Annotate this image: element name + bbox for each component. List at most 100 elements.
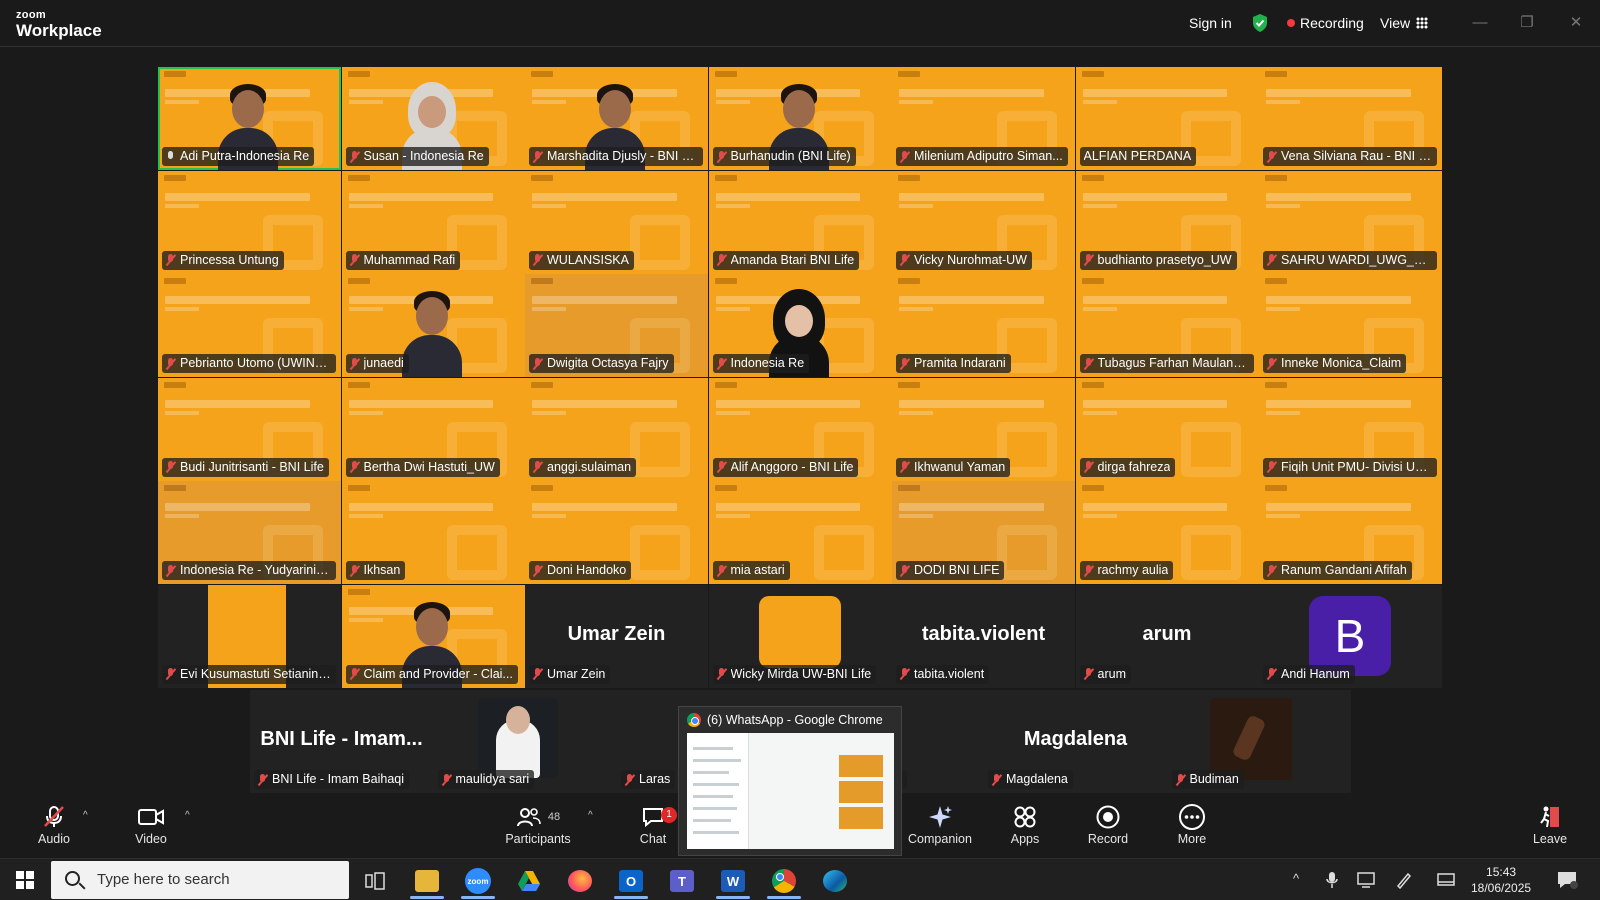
task-view-icon[interactable]	[352, 863, 398, 899]
view-button[interactable]: View	[1380, 13, 1429, 33]
outlook-icon[interactable]: O	[608, 863, 654, 899]
minimize-icon[interactable]: —	[1470, 13, 1490, 33]
participant-tile[interactable]: Claim and Provider - Clai...	[341, 584, 525, 688]
participant-tile[interactable]: Inneke Monica_Claim	[1259, 274, 1442, 377]
leave-button[interactable]: Leave	[1510, 802, 1590, 856]
participant-name-tag: tabita.violent	[896, 664, 990, 684]
participant-tile[interactable]: tabita.violent tabita.violent	[892, 584, 1075, 688]
participant-display-name: BNI Life - Imam...	[260, 728, 423, 750]
participant-tile[interactable]: Pebrianto Utomo (UWIND...	[158, 274, 341, 377]
participant-tile[interactable]: Vena Silviana Rau - BNI Life	[1259, 67, 1442, 170]
close-icon[interactable]: ✕	[1566, 13, 1586, 33]
record-button[interactable]: Record	[1068, 802, 1148, 856]
recording-indicator[interactable]: Recording	[1287, 13, 1364, 33]
chrome-taskbar-icon[interactable]	[761, 863, 807, 899]
preview-video-thumb	[839, 755, 883, 777]
participants-icon	[516, 808, 541, 827]
participant-name: SAHRU WARDI_UWG_BNIL	[1281, 252, 1432, 267]
zoom-app-icon[interactable]: zoom	[455, 863, 501, 899]
windows-start-icon[interactable]	[16, 871, 34, 889]
video-options-caret-icon[interactable]: ^	[185, 810, 190, 821]
participant-tile[interactable]: Burhanudin (BNI Life)	[708, 67, 892, 170]
edge-icon[interactable]	[812, 863, 858, 899]
participant-name-tag: Milenium Adiputro Siman...	[896, 147, 1068, 166]
tray-chevron-up-icon[interactable]: ^	[1293, 871, 1299, 886]
audio-options-caret-icon[interactable]: ^	[83, 810, 88, 821]
participant-tile[interactable]: Budi Junitrisanti - BNI Life	[158, 377, 341, 481]
participants-options-caret-icon[interactable]: ^	[588, 810, 593, 821]
file-explorer-icon[interactable]	[404, 863, 450, 899]
participant-tile[interactable]: Wicky Mirda UW-BNI Life	[708, 584, 892, 688]
mic-muted-icon	[1267, 254, 1276, 266]
participant-tile[interactable]: Vicky Nurohmat-UW	[892, 170, 1075, 274]
shield-check-icon[interactable]	[1251, 13, 1269, 33]
notification-center-icon[interactable]	[1556, 870, 1578, 890]
taskbar-window-preview[interactable]: (6) WhatsApp - Google Chrome	[678, 706, 902, 856]
participant-tile[interactable]: Bertha Dwi Hastuti_UW	[341, 377, 525, 481]
participant-tile[interactable]: B Andi Hanum	[1259, 584, 1442, 688]
participant-tile[interactable]: rachmy aulia	[1075, 481, 1259, 584]
restore-icon[interactable]: ❐	[1517, 13, 1537, 33]
participant-tile[interactable]: SAHRU WARDI_UWG_BNIL	[1259, 170, 1442, 274]
video-button[interactable]: Video	[111, 802, 191, 856]
participant-name-tag: anggi.sulaiman	[529, 457, 637, 477]
google-drive-icon[interactable]	[506, 863, 552, 899]
participant-tile[interactable]: Susan - Indonesia Re	[341, 67, 525, 170]
participant-tile[interactable]: arum arum	[1075, 584, 1259, 688]
taskbar-search-box[interactable]: Type here to search	[51, 861, 349, 899]
participant-tile[interactable]: Indonesia Re - Yudyarini P...	[158, 481, 341, 584]
participant-tile[interactable]: Alif Anggoro - BNI Life	[708, 377, 892, 481]
tray-mic-icon[interactable]	[1326, 871, 1338, 889]
apps-button[interactable]: Apps	[985, 802, 1065, 856]
participant-tile[interactable]: Amanda Btari BNI Life	[708, 170, 892, 274]
participant-tile[interactable]: BNI Life - Imam... BNI Life - Imam Baihaq…	[250, 690, 433, 793]
tray-display-icon[interactable]	[1437, 871, 1455, 889]
participant-tile[interactable]: Magdalena Magdalena	[984, 690, 1167, 793]
participant-tile[interactable]: Princessa Untung	[158, 170, 341, 274]
participant-tile[interactable]: Ranum Gandani Afifah	[1259, 481, 1442, 584]
participant-tile[interactable]: junaedi	[341, 274, 525, 377]
more-button[interactable]: More	[1152, 802, 1232, 856]
participant-tile[interactable]: Umar Zein Umar Zein	[525, 584, 708, 688]
participant-name: Pramita Indarani	[914, 356, 1006, 370]
participant-tile[interactable]: Budiman	[1167, 690, 1351, 793]
participant-tile[interactable]: Doni Handoko	[525, 481, 708, 584]
participant-tile[interactable]: anggi.sulaiman	[525, 377, 708, 481]
participant-name-tag: Indonesia Re	[712, 354, 810, 373]
participant-tile[interactable]: Tubagus Farhan Maulana...	[1075, 274, 1259, 377]
participant-tile[interactable]: maulidya sari	[433, 690, 617, 793]
participant-tile[interactable]: Fiqih Unit PMU- Divisi Un...	[1259, 377, 1442, 481]
word-icon[interactable]: W	[710, 863, 756, 899]
search-placeholder: Type here to search	[97, 871, 230, 888]
sign-in-button[interactable]: Sign in	[1189, 13, 1232, 33]
participant-tile[interactable]: dirga fahreza	[1075, 377, 1259, 481]
participant-tile[interactable]: Pramita Indarani	[892, 274, 1075, 377]
firefox-icon[interactable]	[557, 863, 603, 899]
tray-pen-icon[interactable]	[1395, 871, 1413, 889]
participant-tile[interactable]: Evi Kusumastuti Setianing...	[158, 584, 341, 688]
participant-tile[interactable]: DODI BNI LIFE	[892, 481, 1075, 584]
tray-network-icon[interactable]	[1356, 871, 1376, 889]
participant-name-tag: Claim and Provider - Clai...	[345, 664, 518, 684]
participant-tile[interactable]: budhianto prasetyo_UW	[1075, 170, 1259, 274]
participant-tile[interactable]: Muhammad Rafi	[341, 170, 525, 274]
audio-button[interactable]: Audio	[14, 802, 94, 856]
participant-name-tag: Vena Silviana Rau - BNI Life	[1263, 147, 1437, 166]
teams-icon[interactable]: T	[659, 863, 705, 899]
ai-companion-button[interactable]: Companion	[900, 802, 980, 856]
mic-muted-icon	[900, 461, 909, 473]
participants-button[interactable]: 48 Participants	[498, 802, 578, 856]
mic-muted-icon	[166, 668, 175, 680]
participant-tile[interactable]: Dwigita Octasya Fajry	[525, 274, 708, 377]
participant-tile[interactable]: Ikhwanul Yaman	[892, 377, 1075, 481]
participant-tile[interactable]: Ikhsan	[341, 481, 525, 584]
participant-tile[interactable]: WULANSISKA	[525, 170, 708, 274]
participant-tile[interactable]: Marshadita Djusly - BNI Li...	[525, 67, 708, 170]
participant-tile[interactable]: Milenium Adiputro Siman...	[892, 67, 1075, 170]
participant-tile[interactable]: Adi Putra-Indonesia Re	[158, 67, 341, 170]
participant-tile[interactable]: mia astari	[708, 481, 892, 584]
participant-tile[interactable]: ALFIAN PERDANA	[1075, 67, 1259, 170]
participant-tile[interactable]: Indonesia Re	[708, 274, 892, 377]
taskbar-clock[interactable]: 15:43 18/06/2025	[1471, 864, 1531, 896]
chat-unread-badge: 1	[661, 807, 677, 823]
